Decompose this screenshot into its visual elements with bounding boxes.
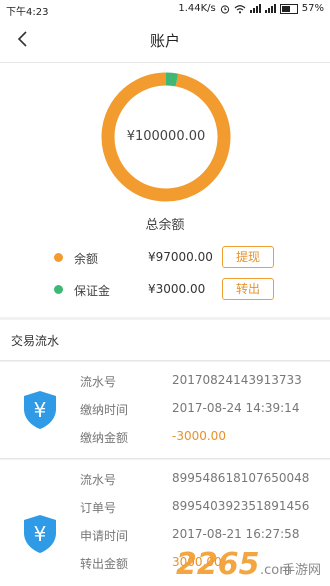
signal-icon (249, 4, 261, 13)
transactions-title: 交易流水 (11, 334, 60, 348)
balance-label: 余额 (74, 252, 99, 266)
deposit-value: ¥3000.00 (148, 282, 206, 296)
nav-bar: 账户 (0, 18, 330, 63)
balance-row: 余额 ¥97000.00 提现 (0, 246, 330, 270)
status-time: 下午4:23 (6, 7, 49, 18)
transfer-out-button[interactable]: 转出 (222, 278, 274, 300)
balance-value: ¥97000.00 (148, 250, 213, 264)
transactions-header: 交易流水 (0, 320, 330, 361)
status-bar: 下午4:23 1.44K/s 57% (0, 0, 330, 18)
svg-text:2265: 2265 (176, 547, 260, 582)
alarm-icon (220, 4, 229, 14)
record-field: 流水号 899548618107650048 (80, 471, 310, 487)
withdraw-button[interactable]: 提现 (222, 246, 274, 268)
network-speed: 1.44K/s (178, 3, 216, 14)
record-field: 流水号 20170824143913733 (80, 373, 302, 389)
ring-segment (165, 72, 179, 87)
svg-text:手游网: 手游网 (282, 563, 321, 578)
status-right: 1.44K/s 57% (178, 3, 324, 14)
signal-icon-2 (264, 4, 276, 13)
record-field: 缴纳时间 2017-08-24 14:39:14 (80, 401, 300, 417)
total-label: 总余额 (145, 218, 185, 233)
watermark-logo: 2265 .com 手游网 (176, 547, 321, 582)
deposit-label: 保证金 (74, 284, 111, 298)
deposit-dot-icon (54, 285, 63, 294)
battery-icon (279, 3, 298, 14)
balance-dot-icon (54, 253, 63, 262)
transaction-record[interactable]: ¥ 流水号 20170824143913733 缴纳时间 2017-08-24 … (0, 362, 330, 459)
balance-summary: ¥100000.00 总余额 余额 ¥97000.00 提现 保证金 ¥3000… (0, 63, 330, 317)
page-title: 账户 (149, 32, 180, 50)
wifi-icon (234, 4, 246, 13)
battery-level: 57% (301, 3, 324, 14)
record-field: 订单号 899540392351891456 (80, 499, 310, 515)
total-amount: ¥100000.00 (126, 129, 206, 144)
deposit-row: 保证金 ¥3000.00 转出 (0, 278, 330, 302)
record-field: 缴纳金额 -3000.00 (80, 429, 226, 445)
